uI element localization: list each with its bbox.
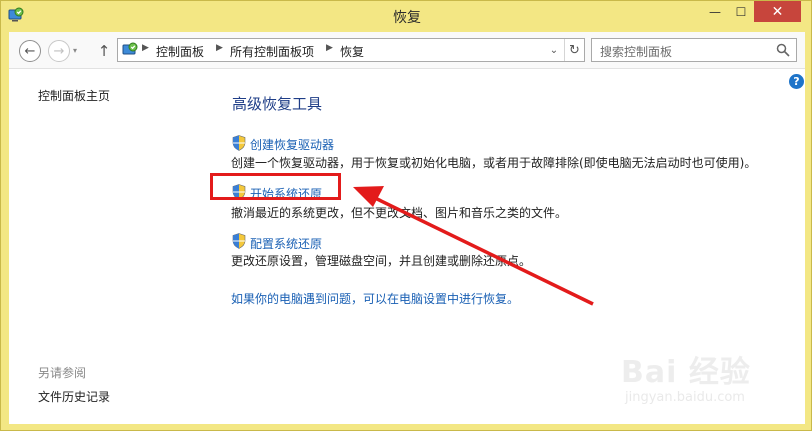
- watermark-sub-text: jingyan.baidu.com: [625, 390, 745, 405]
- forward-button[interactable]: →: [48, 40, 70, 62]
- start-system-restore-desc: 撤消最近的系统更改，但不更改文档、图片和音乐之类的文件。: [231, 206, 568, 220]
- breadcrumb-recovery[interactable]: 恢复: [340, 43, 364, 60]
- search-input[interactable]: 搜索控制面板: [591, 38, 797, 62]
- page-title: 高级恢复工具: [232, 95, 323, 113]
- configure-system-restore-link[interactable]: 配置系统还原: [250, 235, 322, 252]
- control-panel-icon: [122, 42, 138, 55]
- back-button[interactable]: ←: [19, 40, 41, 62]
- refresh-button[interactable]: ↻: [564, 39, 584, 61]
- title-bar: 恢复 — ☐ ✕: [1, 1, 812, 32]
- close-button[interactable]: ✕: [754, 1, 801, 22]
- uac-shield-icon: [232, 233, 246, 249]
- up-button[interactable]: ↑: [95, 40, 113, 62]
- recent-locations-icon[interactable]: ▾: [73, 46, 77, 55]
- watermark-main-text: Bai 经验: [621, 355, 751, 390]
- breadcrumb-all-items[interactable]: 所有控制面板项: [230, 43, 314, 60]
- create-recovery-drive-desc: 创建一个恢复驱动器，用于恢复或初始化电脑，或者用于故障排除(即使电脑无法启动时也…: [231, 156, 757, 170]
- maximize-button[interactable]: ☐: [728, 1, 754, 22]
- create-recovery-drive-link[interactable]: 创建恢复驱动器: [250, 136, 334, 153]
- navigation-bar: ← → ▾ ↑ ▶ 控制面板 ▶ 所有控制面板项 ▶ 恢复 ⌄ ↻ 搜索控制面板: [9, 32, 805, 69]
- search-placeholder: 搜索控制面板: [600, 45, 673, 59]
- help-icon[interactable]: ?: [789, 74, 804, 89]
- file-history-link[interactable]: 文件历史记录: [38, 388, 110, 405]
- configure-system-restore-desc: 更改还原设置，管理磁盘空间，并且创建或删除还原点。: [231, 254, 532, 268]
- breadcrumb-separator-icon[interactable]: ▶: [216, 43, 223, 53]
- address-bar[interactable]: ▶ 控制面板 ▶ 所有控制面板项 ▶ 恢复 ⌄ ↻: [117, 38, 585, 62]
- uac-shield-icon: [232, 135, 246, 151]
- control-panel-home-link[interactable]: 控制面板主页: [38, 87, 110, 104]
- breadcrumb-separator-icon[interactable]: ▶: [142, 43, 149, 53]
- window-frame: 恢复 — ☐ ✕ ← → ▾ ↑ ▶ 控制面板 ▶ 所有控制面板项 ▶ 恢复 ⌄…: [0, 0, 812, 431]
- minimize-button[interactable]: —: [702, 1, 728, 22]
- address-dropdown-icon[interactable]: ⌄: [546, 39, 562, 61]
- window-title: 恢复: [393, 10, 421, 26]
- see-also-label: 另请参阅: [38, 366, 87, 380]
- pc-settings-recovery-link[interactable]: 如果你的电脑遇到问题，可以在电脑设置中进行恢复。: [231, 290, 519, 307]
- breadcrumb-control-panel[interactable]: 控制面板: [156, 43, 204, 60]
- breadcrumb-separator-icon[interactable]: ▶: [326, 43, 333, 53]
- search-icon[interactable]: [776, 43, 790, 57]
- annotation-highlight-box: [210, 173, 341, 200]
- baidu-watermark: Bai 经验 jingyan.baidu.com: [615, 347, 785, 417]
